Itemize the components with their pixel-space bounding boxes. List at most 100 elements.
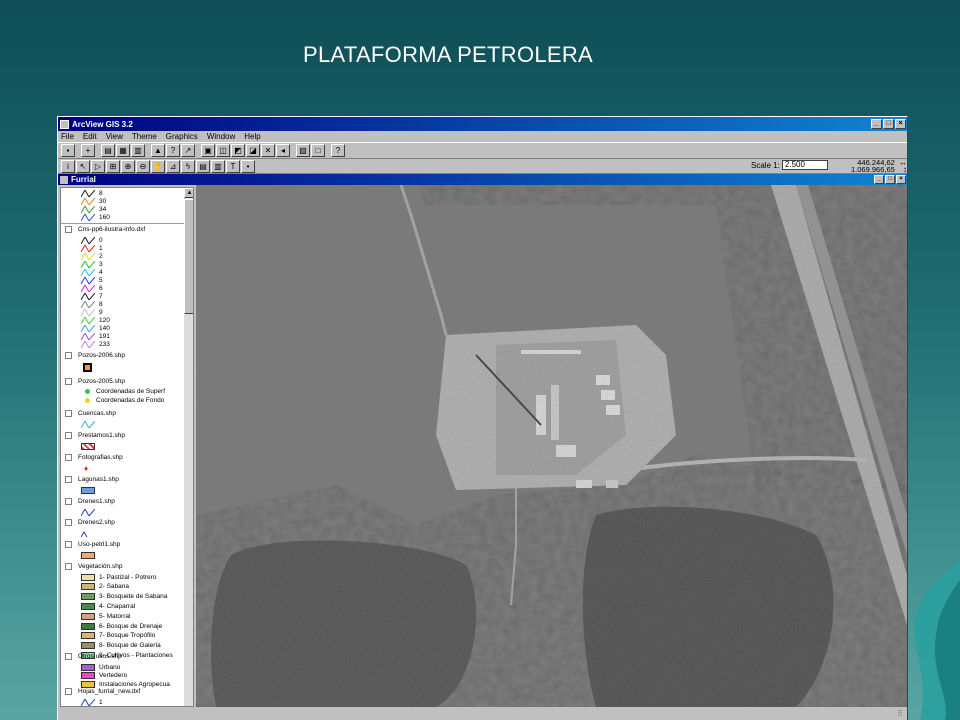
theme-drenes1[interactable]: Drenes1.shp	[65, 498, 115, 505]
view-maximize-button[interactable]: □	[885, 175, 895, 184]
land-use-swatch-icon	[81, 663, 95, 671]
menu-edit[interactable]: Edit	[83, 132, 97, 141]
clear-selection-icon[interactable]: □	[311, 144, 325, 157]
find-icon[interactable]: ▲	[151, 144, 165, 157]
zoom-out-icon[interactable]: ✕	[261, 144, 275, 157]
lagoon-swatch-icon	[81, 486, 95, 494]
draw-point-icon[interactable]: •	[241, 159, 255, 173]
list-item	[81, 420, 99, 428]
minimize-button[interactable]: _	[871, 119, 882, 129]
view-minimize-button[interactable]: _	[874, 175, 884, 184]
line-symbol-icon	[81, 205, 95, 213]
identify-icon[interactable]: i	[61, 159, 75, 173]
theme-checkbox[interactable]	[65, 688, 72, 695]
line-symbol-icon	[81, 698, 95, 706]
query-builder-icon[interactable]: ↗	[181, 144, 195, 157]
view-titlebar: Furrial _ □ ×	[58, 174, 907, 185]
vertex-edit-icon[interactable]: ▷	[91, 159, 105, 173]
theme-fotografias[interactable]: Fotografias.shp	[65, 454, 123, 461]
theme-checkbox[interactable]	[65, 476, 72, 483]
theme-checkbox[interactable]	[65, 410, 72, 417]
list-item: 140	[81, 324, 110, 332]
theme-checkbox[interactable]	[65, 653, 72, 660]
theme-checkbox[interactable]	[65, 378, 72, 385]
theme-checkbox[interactable]	[65, 352, 72, 359]
maximize-button[interactable]: □	[883, 119, 894, 129]
list-item: Vertedero	[81, 672, 127, 680]
zoom-out-tool-icon[interactable]: ⊖	[136, 159, 150, 173]
line-symbol-icon	[81, 340, 95, 348]
select-features-icon[interactable]: ▧	[296, 144, 310, 157]
scroll-thumb[interactable]	[184, 199, 193, 314]
scroll-up-icon[interactable]: ▲	[184, 188, 193, 198]
zoom-in-icon[interactable]: ◪	[246, 144, 260, 157]
view-icon	[60, 175, 68, 184]
drain-line-icon	[81, 530, 88, 537]
list-item: 233	[81, 340, 110, 348]
list-item: 3	[81, 260, 103, 268]
map-display[interactable]	[196, 185, 907, 707]
menu-view[interactable]: View	[106, 132, 123, 141]
theme-checkbox[interactable]	[65, 541, 72, 548]
label-icon[interactable]: ▥	[211, 159, 225, 173]
theme-checkbox[interactable]	[65, 454, 72, 461]
help-icon[interactable]: ?	[331, 144, 345, 157]
menu-help[interactable]: Help	[244, 132, 260, 141]
menu-file[interactable]: File	[61, 132, 74, 141]
theme-dxf[interactable]: Cns-pp6-ilustra-info.dxf	[65, 226, 145, 233]
menu-graphics[interactable]: Graphics	[166, 132, 198, 141]
list-item: 6	[81, 284, 103, 292]
theme-properties-icon[interactable]: ▤	[101, 144, 115, 157]
scale-input[interactable]: 2.500	[781, 160, 828, 170]
line-symbol-icon	[81, 324, 95, 332]
text-tool-icon[interactable]: T	[226, 159, 240, 173]
close-button[interactable]: ×	[895, 119, 906, 129]
pointer-icon[interactable]: ↖	[76, 159, 90, 173]
menu-window[interactable]: Window	[207, 132, 235, 141]
zoom-full-icon[interactable]: ▣	[201, 144, 215, 157]
list-item: 2	[81, 252, 103, 260]
line-symbol-icon	[81, 189, 95, 197]
theme-otros-usos[interactable]: Otros usos.shp	[65, 653, 122, 660]
theme-hojas[interactable]: Hojas_furrial_new.dxf	[65, 688, 140, 695]
theme-checkbox[interactable]	[65, 519, 72, 526]
app-title: ArcView GIS 3.2	[72, 119, 133, 129]
measure-icon[interactable]: ⊿	[166, 159, 180, 173]
theme-drenes2[interactable]: Drenes2.shp	[65, 519, 115, 526]
open-table-icon[interactable]: ▥	[131, 144, 145, 157]
theme-prestamos[interactable]: Prestamos1.shp	[65, 432, 125, 439]
theme-pozos-2006[interactable]: Pozos-2006.shp	[65, 352, 125, 359]
theme-checkbox[interactable]	[65, 226, 72, 233]
locate-icon[interactable]: ?	[166, 144, 180, 157]
theme-checkbox[interactable]	[65, 563, 72, 570]
add-theme-icon[interactable]: +	[81, 144, 95, 157]
view-close-button[interactable]: ×	[896, 175, 906, 184]
toc-scrollbar[interactable]: ▲	[184, 188, 193, 706]
scale-label: Scale 1:	[751, 160, 780, 170]
zoom-selected-icon[interactable]: ◩	[231, 144, 245, 157]
vegetation-swatch-icon	[81, 573, 95, 581]
theme-cuencas[interactable]: Cuencas.shp	[65, 410, 116, 417]
theme-lagunas[interactable]: Lagunas1.shp	[65, 476, 119, 483]
zoom-previous-icon[interactable]: ◂	[276, 144, 290, 157]
theme-vegetacion[interactable]: Vegetación.shp	[65, 563, 122, 570]
area-of-interest-icon[interactable]: ▤	[196, 159, 210, 173]
line-symbol-icon	[81, 308, 95, 316]
select-feature-icon[interactable]: ⊞	[106, 159, 120, 173]
theme-uso-petrl[interactable]: Uso-petrl1.shp	[65, 541, 120, 548]
zoom-active-icon[interactable]: ◫	[216, 144, 230, 157]
theme-pozos-2005[interactable]: Pozos-2005.shp	[65, 378, 125, 385]
pan-icon[interactable]: ✋	[151, 159, 165, 173]
theme-checkbox[interactable]	[65, 498, 72, 505]
resize-grip-icon[interactable]: ⠿	[897, 709, 903, 718]
list-item: 1- Pastizal - Potrero	[81, 573, 156, 581]
menu-theme[interactable]: Theme	[132, 132, 157, 141]
list-item: 34	[81, 205, 106, 213]
app-titlebar: ArcView GIS 3.2 _ □ ×	[58, 117, 907, 131]
table-of-contents[interactable]: 8 30 34 160 Cns-pp6-ilustra-info.dxf 012…	[60, 187, 194, 707]
zoom-in-tool-icon[interactable]: ⊕	[121, 159, 135, 173]
save-icon[interactable]: ▪	[61, 144, 75, 157]
theme-checkbox[interactable]	[65, 432, 72, 439]
hotlink-icon[interactable]: ϟ	[181, 159, 195, 173]
edit-legend-icon[interactable]: ▦	[116, 144, 130, 157]
